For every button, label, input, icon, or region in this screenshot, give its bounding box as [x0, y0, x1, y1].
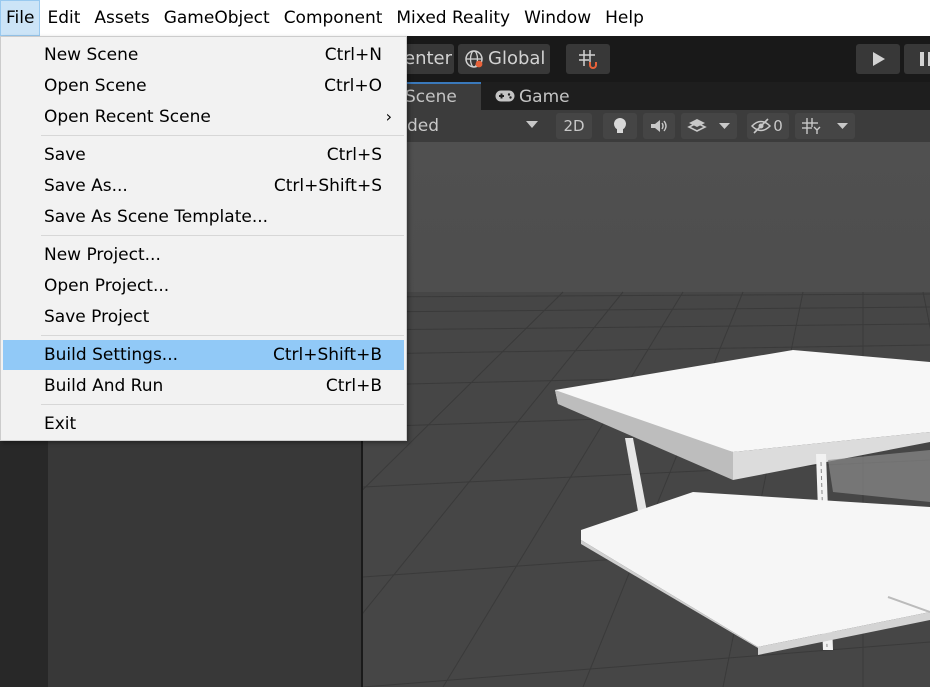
menu-item-shortcut: Ctrl+B [325, 376, 382, 396]
menu-file[interactable]: File [0, 0, 41, 36]
menu-window[interactable]: Window [517, 0, 598, 36]
play-icon [873, 52, 885, 66]
menu-item-save-project[interactable]: Save Project [3, 302, 404, 332]
menu-item-open-scene[interactable]: Open Scene Ctrl+O [3, 71, 404, 101]
menu-separator [41, 235, 404, 236]
menu-item-label: Save As... [44, 176, 128, 196]
hidden-eye-icon [751, 118, 771, 134]
tab-game[interactable]: Game [493, 82, 603, 110]
pivot-center-label: enter [404, 48, 453, 69]
menu-item-label: Build And Run [44, 376, 164, 396]
tab-scene-label: Scene [405, 87, 457, 107]
speaker-icon [651, 120, 667, 132]
menu-item-label: New Project... [44, 245, 161, 265]
menu-item-new-scene[interactable]: New Scene Ctrl+N [3, 40, 404, 70]
menu-bar: File Edit Assets GameObject Component Mi… [0, 0, 930, 36]
menu-separator [41, 335, 404, 336]
chevron-down-icon [526, 121, 538, 128]
menu-item-shortcut: Ctrl+Shift+B [272, 345, 382, 365]
mode-2d-label: 2D [563, 117, 585, 135]
grid-snap-button[interactable] [566, 44, 610, 74]
menu-gameobject[interactable]: GameObject [157, 0, 277, 36]
draw-mode-dropdown[interactable]: ded [407, 110, 439, 142]
pause-icon [920, 52, 930, 66]
menu-mixed-reality[interactable]: Mixed Reality [389, 0, 517, 36]
menu-item-label: Save As Scene Template... [44, 207, 269, 227]
menu-help[interactable]: Help [598, 0, 651, 36]
lighting-toggle[interactable] [603, 113, 637, 139]
menu-item-label: Open Project... [44, 276, 170, 296]
menu-item-save-as[interactable]: Save As... Ctrl+Shift+S [3, 171, 404, 201]
menu-assets[interactable]: Assets [87, 0, 156, 36]
menu-item-label: Open Recent Scene [44, 107, 211, 127]
scene-toolbar: ded 2D 0 [363, 110, 930, 142]
menu-item-open-project[interactable]: Open Project... [3, 271, 404, 301]
pause-button[interactable] [904, 44, 930, 74]
grid-snap-icon [579, 50, 597, 69]
effects-chevron-icon [719, 123, 730, 129]
menu-item-label: Build Settings... [44, 345, 179, 365]
menu-item-label: Save [44, 145, 86, 165]
effects-dropdown[interactable] [681, 113, 737, 139]
scene-render [363, 142, 930, 687]
view-tab-bar: Scene Game [363, 82, 930, 110]
menu-item-label: Open Scene [44, 76, 147, 96]
global-local-button[interactable]: Global [458, 44, 550, 74]
menu-item-build-settings[interactable]: Build Settings... Ctrl+Shift+B [3, 340, 404, 370]
menu-item-label: Save Project [44, 307, 150, 327]
tab-game-label: Game [519, 87, 570, 107]
draw-mode-label: ded [407, 116, 440, 136]
global-label: Global [488, 48, 546, 69]
menu-item-save-as-scene-template[interactable]: Save As Scene Template... [3, 202, 404, 232]
gizmos-dropdown[interactable] [795, 113, 855, 139]
menu-item-shortcut: Ctrl+N [324, 45, 382, 65]
mode-2d-toggle[interactable]: 2D [556, 113, 592, 139]
gizmos-chevron-icon [837, 123, 848, 129]
menu-separator [41, 135, 404, 136]
audio-toggle[interactable] [643, 113, 675, 139]
chevron-right-icon: › [385, 107, 392, 126]
menu-item-label: Exit [44, 414, 77, 434]
scene-visibility-toggle[interactable]: 0 [747, 113, 789, 139]
hidden-count: 0 [773, 117, 783, 135]
file-menu-dropdown: New Scene Ctrl+N Open Scene Ctrl+O Open … [0, 36, 407, 441]
menu-item-open-recent-scene[interactable]: Open Recent Scene › [3, 102, 404, 132]
scene-viewport[interactable] [363, 142, 930, 687]
gamepad-icon [495, 90, 515, 102]
play-button[interactable] [856, 44, 900, 74]
menu-item-new-project[interactable]: New Project... [3, 240, 404, 270]
lightbulb-icon [614, 118, 626, 133]
menu-component[interactable]: Component [277, 0, 390, 36]
menu-item-save[interactable]: Save Ctrl+S [3, 140, 404, 170]
gizmo-grid-icon [802, 118, 821, 134]
menu-item-shortcut: Ctrl+Shift+S [273, 176, 382, 196]
menu-separator [41, 404, 404, 405]
effects-layers-icon [687, 119, 707, 132]
menu-item-build-and-run[interactable]: Build And Run Ctrl+B [3, 371, 404, 401]
menu-item-shortcut: Ctrl+S [326, 145, 382, 165]
menu-item-shortcut: Ctrl+O [324, 76, 382, 96]
menu-item-exit[interactable]: Exit [3, 409, 404, 439]
menu-edit[interactable]: Edit [40, 0, 87, 36]
globe-icon [465, 50, 483, 68]
menu-item-label: New Scene [44, 45, 139, 65]
